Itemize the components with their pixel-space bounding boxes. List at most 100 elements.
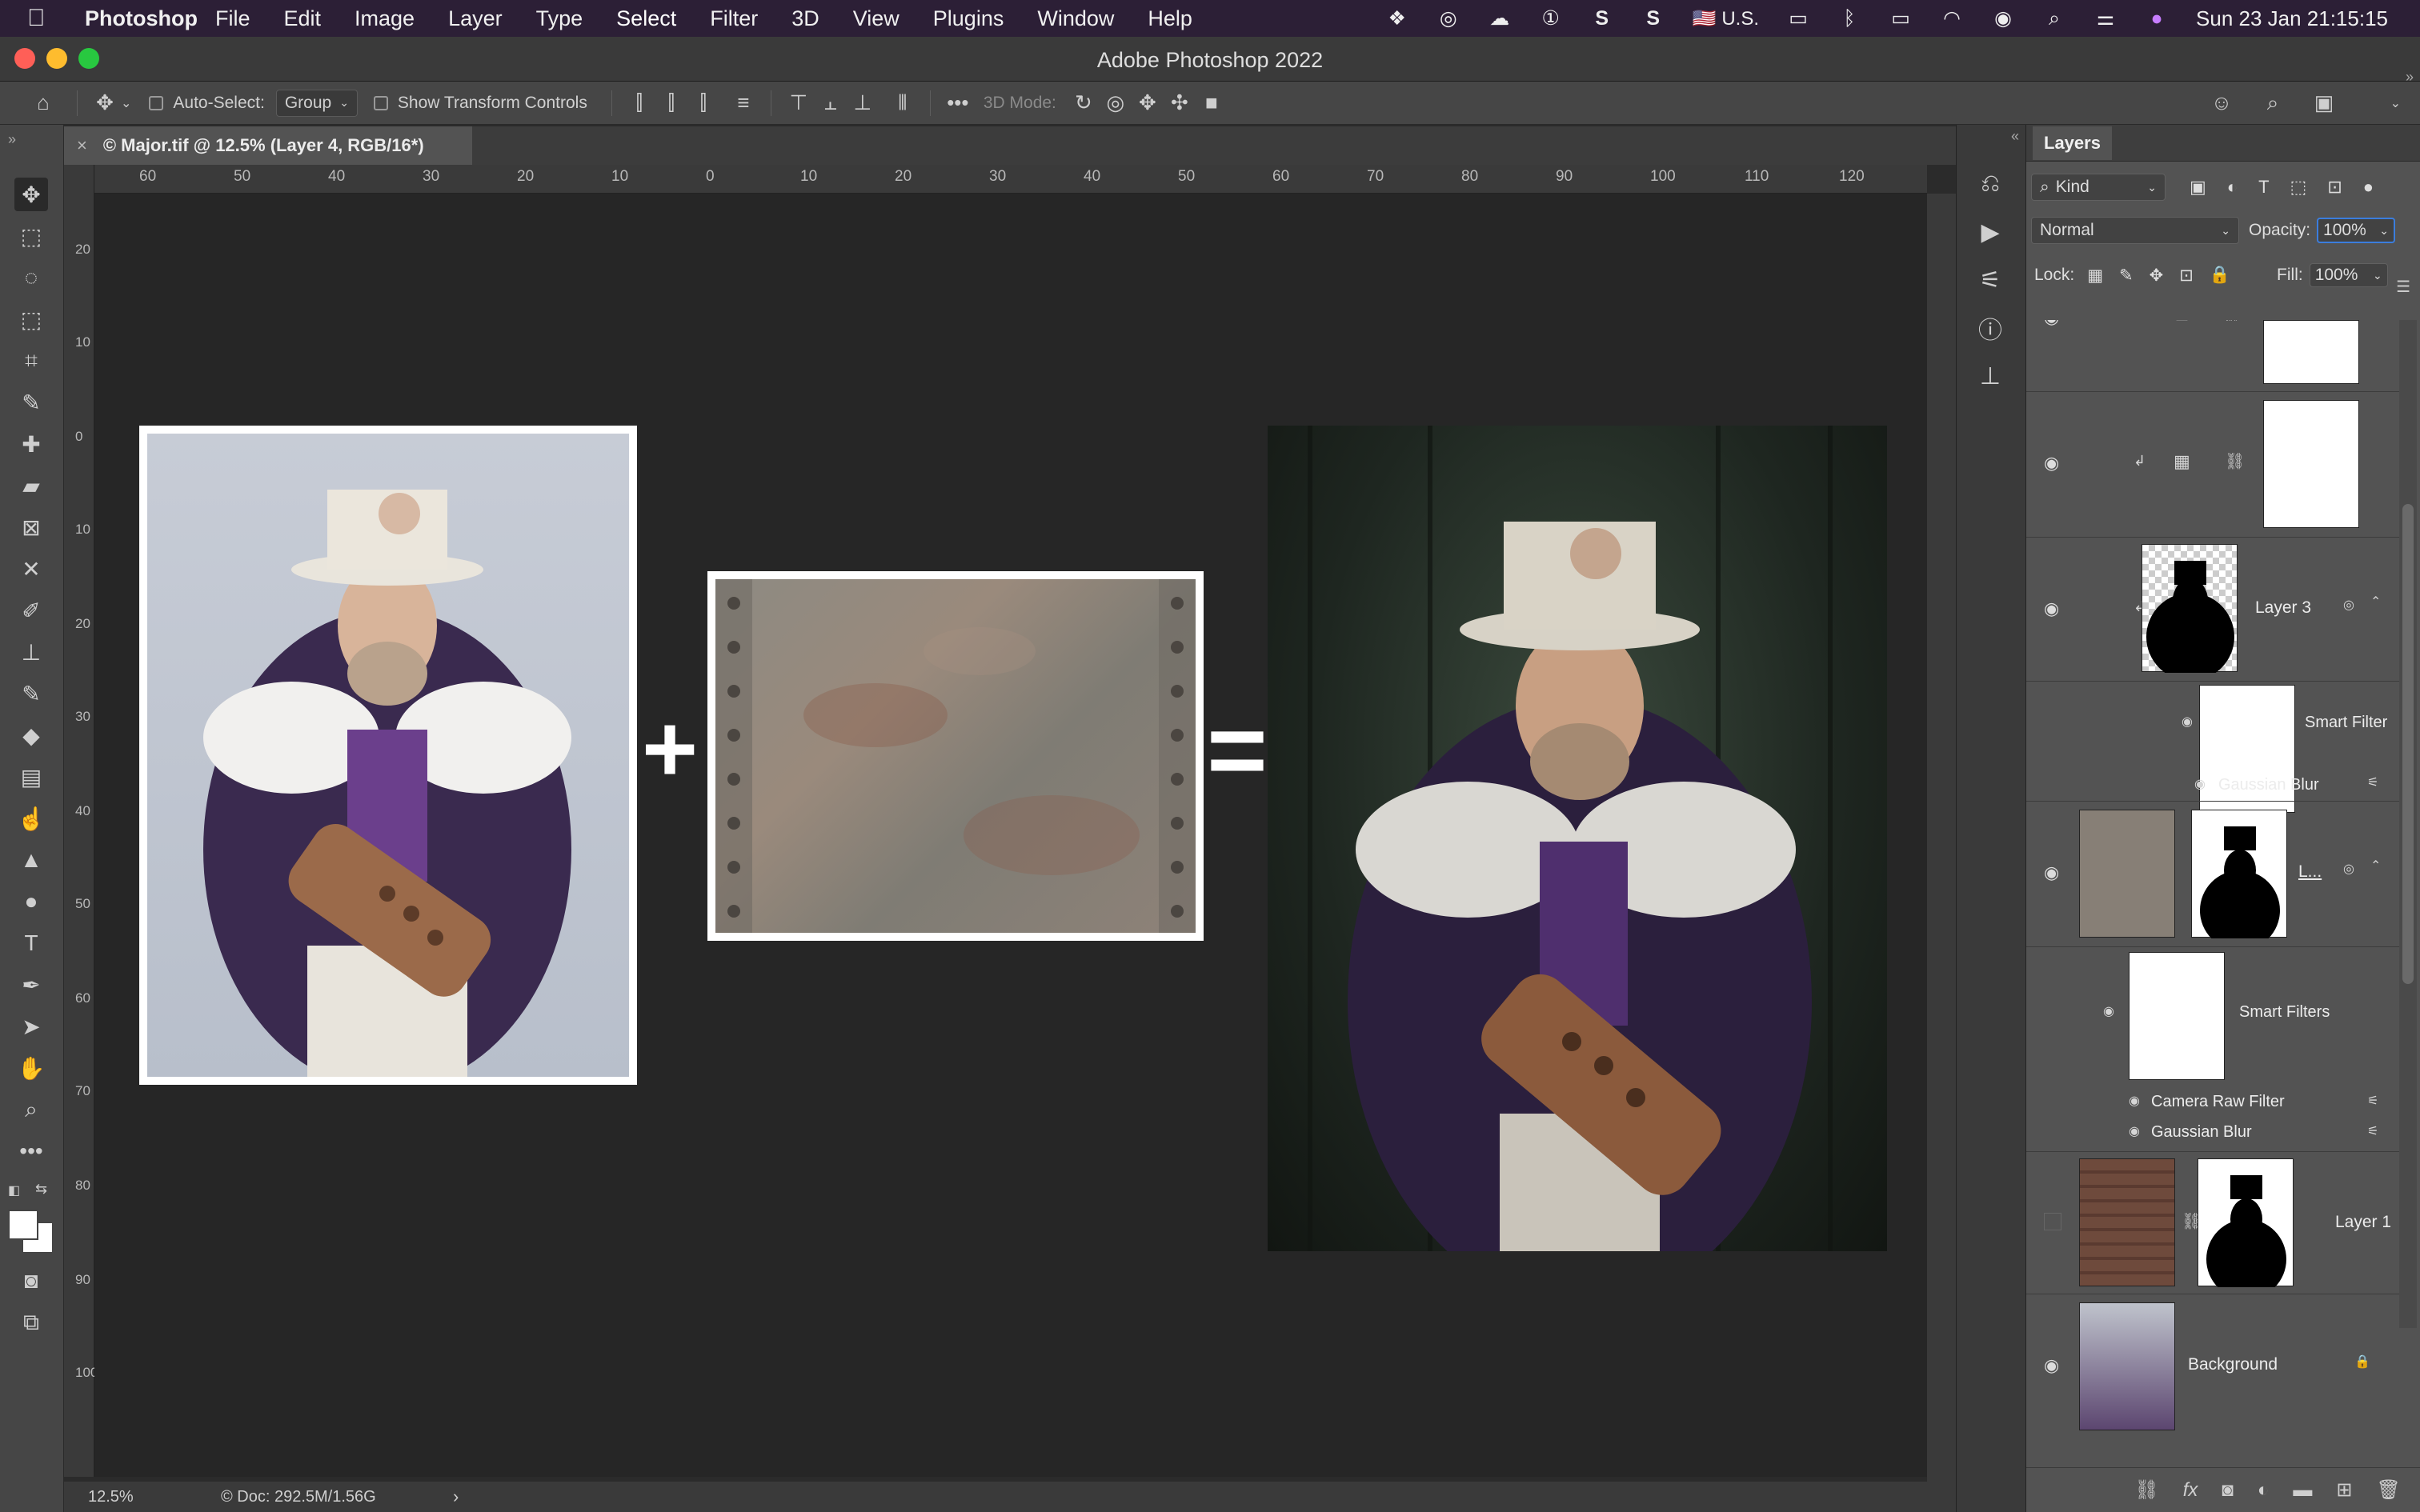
- smart-filters-row[interactable]: ◉ Smart Filters: [2026, 947, 2402, 1088]
- tab-layers[interactable]: Layers: [2033, 126, 2112, 160]
- path-selection-tool-icon[interactable]: ➤: [14, 1010, 48, 1043]
- add-mask-icon[interactable]: ◙: [2222, 1479, 2234, 1502]
- layers-scrollbar-thumb[interactable]: [2402, 504, 2414, 984]
- 3d-orbit-icon[interactable]: ↻: [1068, 87, 1100, 119]
- history-panel-icon[interactable]: ⎌: [1973, 166, 2008, 202]
- s-app-icon[interactable]: S: [1590, 6, 1614, 30]
- layer-mask-thumbnail[interactable]: [2198, 1158, 2294, 1299]
- clone-stamp-tool-icon[interactable]: ⊥: [14, 635, 48, 669]
- layer-thumbnail[interactable]: [2142, 544, 2238, 681]
- lock-image-icon[interactable]: ✎: [2119, 266, 2134, 286]
- shape-filter-icon[interactable]: ⬚: [2290, 177, 2307, 198]
- pen-tool-icon[interactable]: ✒: [14, 968, 48, 1002]
- history-brush-tool-icon[interactable]: ✎: [14, 677, 48, 710]
- filter-row-camera-raw[interactable]: ◉ Camera Raw Filter ⚟: [2026, 1088, 2402, 1118]
- show-transform-checkbox[interactable]: [373, 95, 388, 110]
- s-app-icon-2[interactable]: S: [1641, 6, 1665, 30]
- default-colors-icon[interactable]: ◧: [8, 1182, 20, 1198]
- lasso-tool-icon[interactable]: ◌: [14, 261, 48, 294]
- content-aware-move-tool-icon[interactable]: ✕: [14, 552, 48, 586]
- lock-artboard-icon[interactable]: ⊡: [2179, 266, 2194, 286]
- 3d-roll-icon[interactable]: ◎: [1100, 87, 1132, 119]
- wifi-icon[interactable]: ◠: [1940, 6, 1964, 30]
- clone-source-panel-icon[interactable]: ⊥: [1973, 358, 2008, 394]
- align-bottom-icon[interactable]: ⊥: [847, 87, 879, 119]
- eraser-tool-icon[interactable]: ◆: [14, 718, 48, 752]
- layers-list[interactable]: ◉ ↓ ▦ ⛓ … ◉ ↲ ▦ ⛓ ◉ ↲ Layer 3 ◎ ⌃ ◉: [2026, 320, 2402, 1458]
- horizontal-ruler[interactable]: 60 50 40 30 20 10 0 10 20 30 40 50 60 70…: [94, 165, 1927, 194]
- frame-tool-icon[interactable]: ⊠: [14, 510, 48, 544]
- lock-all-icon[interactable]: 🔒: [2210, 266, 2230, 286]
- control-center-icon[interactable]: ⚌: [2093, 6, 2118, 30]
- smart-filter-row[interactable]: ◉ Smart Filter: [2026, 682, 2402, 813]
- creative-cloud-icon[interactable]: ☁: [1488, 6, 1512, 30]
- collapse-toolbar-icon[interactable]: »: [8, 131, 16, 148]
- visibility-eye-icon[interactable]: ◉: [2044, 1355, 2059, 1376]
- object-selection-tool-icon[interactable]: ⬚: [14, 302, 48, 336]
- workspace-icon[interactable]: ▣: [2308, 87, 2340, 119]
- crop-tool-icon[interactable]: ⌗: [14, 344, 48, 378]
- layer-mask-thumbnail[interactable]: [2191, 810, 2287, 950]
- input-source[interactable]: 🇺🇸 U.S.: [1693, 7, 1759, 30]
- align-left-icon[interactable]: ⫿: [623, 87, 655, 119]
- menu-3d[interactable]: 3D: [791, 6, 819, 31]
- visibility-eye-icon[interactable]: ◉: [2044, 598, 2059, 619]
- zoom-tool-icon[interactable]: ⌕: [14, 1093, 48, 1126]
- vertical-ruler[interactable]: 20 10 0 10 20 30 40 50 60 70 80 90 100: [64, 165, 98, 1477]
- layer-name[interactable]: Background: [2188, 1355, 2278, 1374]
- move-tool-icon[interactable]: ✥: [14, 178, 48, 211]
- menu-app-photoshop[interactable]: Photoshop: [85, 6, 198, 31]
- document-tab[interactable]: × © Major.tif @ 12.5% (Layer 4, RGB/16*): [64, 126, 472, 165]
- 3d-pan-icon[interactable]: ✥: [1132, 87, 1164, 119]
- gradient-tool-icon[interactable]: ▤: [14, 760, 48, 794]
- menu-file[interactable]: File: [215, 6, 250, 31]
- layer-name[interactable]: Layer 1: [2335, 1213, 2391, 1232]
- visibility-eye-icon[interactable]: ◉: [2044, 320, 2059, 328]
- distribute-vertical-icon[interactable]: ≡: [727, 87, 759, 119]
- visibility-eye-icon[interactable]: ◉: [2194, 776, 2206, 792]
- smart-object-filter-icon[interactable]: ⊡: [2327, 177, 2342, 198]
- battery-icon[interactable]: ▭: [1889, 6, 1913, 30]
- quick-mask-icon[interactable]: ◙: [14, 1264, 48, 1298]
- layer-row-layer-4[interactable]: ◉ L... ◎ ⌃: [2026, 802, 2402, 950]
- filter-row-gaussian-blur[interactable]: ◉ Gaussian Blur ⚟: [2026, 770, 2402, 802]
- menu-filter[interactable]: Filter: [710, 6, 758, 31]
- share-user-icon[interactable]: ☺: [2206, 87, 2238, 119]
- layer-mask-thumbnail[interactable]: [2263, 400, 2359, 528]
- collapse-arrow-icon[interactable]: ⌃: [2370, 594, 2381, 610]
- filter-toggle-icon[interactable]: ●: [2363, 177, 2374, 198]
- link-layers-icon[interactable]: ⛓: [2134, 1478, 2158, 1502]
- blend-mode-dropdown[interactable]: Normal ⌄: [2031, 217, 2239, 244]
- marquee-tool-icon[interactable]: ⬚: [14, 219, 48, 253]
- bluetooth-icon[interactable]: ᛒ: [1837, 6, 1861, 30]
- layer-row-background[interactable]: ◉ Background 🔒: [2026, 1294, 2402, 1438]
- align-right-icon[interactable]: ⫿: [687, 87, 719, 119]
- screen-mode-icon[interactable]: ⧉: [14, 1306, 48, 1339]
- menu-layer[interactable]: Layer: [448, 6, 503, 31]
- new-layer-icon[interactable]: ⊞: [2336, 1478, 2352, 1502]
- brush-tool-icon[interactable]: ✐: [14, 594, 48, 627]
- workspace-chevron-icon[interactable]: ⌄: [2390, 95, 2401, 111]
- foreground-color-swatch[interactable]: [8, 1210, 38, 1240]
- layer-row-layer-1[interactable]: ⛓ Layer 1: [2026, 1152, 2402, 1299]
- close-document-icon[interactable]: ×: [77, 135, 87, 156]
- new-adjustment-layer-icon[interactable]: ◐: [2258, 1479, 2270, 1502]
- filter-row-gaussian-blur[interactable]: ◉ Gaussian Blur ⚟: [2026, 1118, 2402, 1152]
- adjustment-filter-icon[interactable]: ◐: [2227, 177, 2238, 198]
- dropbox-icon[interactable]: ❖: [1385, 6, 1409, 30]
- menu-type[interactable]: Type: [536, 6, 583, 31]
- visibility-eye-icon[interactable]: ◉: [2182, 714, 2193, 730]
- filter-options-icon[interactable]: ⚟: [2367, 1123, 2378, 1139]
- adjustments-panel-icon[interactable]: ⚟: [1973, 262, 2008, 298]
- collapse-panels-icon[interactable]: «: [2011, 128, 2019, 145]
- visibility-eye-icon[interactable]: ◉: [2129, 1123, 2140, 1139]
- visibility-eye-icon[interactable]: ◉: [2044, 862, 2059, 883]
- auto-select-dropdown[interactable]: Group ⌄: [275, 89, 358, 117]
- layer-row-layer-3[interactable]: ◉ ↲ Layer 3 ◎ ⌃: [2026, 538, 2402, 682]
- display-icon[interactable]: ▭: [1786, 6, 1810, 30]
- more-options-icon[interactable]: •••: [942, 87, 974, 119]
- collapse-layers-icon[interactable]: »: [2406, 69, 2414, 86]
- fill-field[interactable]: 100% ⌄: [2309, 263, 2388, 287]
- document-canvas[interactable]: + =: [94, 194, 1927, 1477]
- align-top-icon[interactable]: ⊤: [783, 87, 815, 119]
